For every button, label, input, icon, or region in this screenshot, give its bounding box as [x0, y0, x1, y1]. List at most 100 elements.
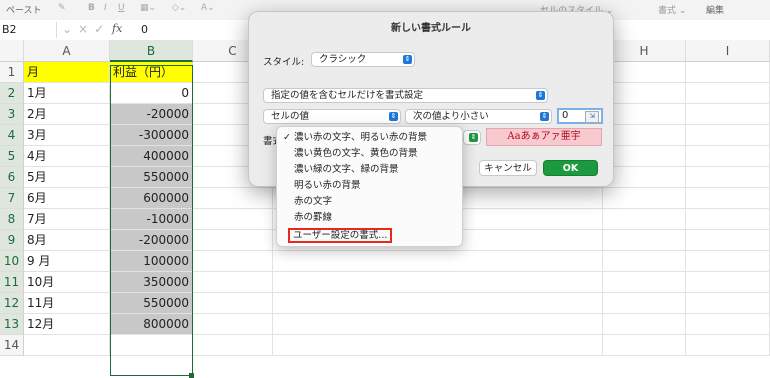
- empty-cell[interactable]: [193, 272, 273, 293]
- empty-cell[interactable]: [193, 251, 273, 272]
- format-popup[interactable]: ⇕: [463, 130, 481, 145]
- empty-cell[interactable]: [273, 335, 603, 356]
- empty-cell[interactable]: [686, 314, 770, 335]
- empty-cell[interactable]: [603, 104, 686, 125]
- empty-cell[interactable]: [273, 251, 603, 272]
- format-painter-icon[interactable]: ✎: [58, 3, 66, 13]
- paste-label[interactable]: ペースト: [6, 3, 42, 16]
- cancel-confirm-icons[interactable]: ⌄×✓: [62, 22, 110, 36]
- fill-handle[interactable]: [189, 373, 194, 378]
- empty-cell[interactable]: [193, 188, 273, 209]
- menu-item-red-border[interactable]: 赤の罫線: [277, 210, 462, 225]
- cell-a[interactable]: 9 月: [24, 251, 110, 272]
- empty-cell[interactable]: [603, 209, 686, 230]
- cell-a[interactable]: 7月: [24, 209, 110, 230]
- empty-cell[interactable]: [193, 209, 273, 230]
- borders-icon[interactable]: ▦⌄: [140, 3, 156, 13]
- empty-cell[interactable]: [603, 230, 686, 251]
- row-header[interactable]: 12: [0, 293, 24, 314]
- cell-b[interactable]: 800000: [110, 314, 193, 335]
- empty-cell[interactable]: [686, 62, 770, 83]
- row-header[interactable]: 3: [0, 104, 24, 125]
- cell-a[interactable]: 6月: [24, 188, 110, 209]
- cell-b[interactable]: -10000: [110, 209, 193, 230]
- row-header[interactable]: 2: [0, 83, 24, 104]
- menu-item-dark-yellow-yellow[interactable]: 濃い黄色の文字、黄色の背景: [277, 146, 462, 161]
- column-header-i[interactable]: I: [686, 40, 770, 62]
- operator-popup[interactable]: 次の値より小さい ⇕: [405, 109, 552, 124]
- cell-a[interactable]: 12月: [24, 314, 110, 335]
- row-header[interactable]: 9: [0, 230, 24, 251]
- cell-b[interactable]: -20000: [110, 104, 193, 125]
- cell-a[interactable]: 5月: [24, 167, 110, 188]
- empty-cell[interactable]: [603, 146, 686, 167]
- row-header[interactable]: 11: [0, 272, 24, 293]
- empty-cell[interactable]: [686, 230, 770, 251]
- condition-field-popup[interactable]: セルの値 ⇕: [263, 109, 401, 124]
- cell-b[interactable]: 400000: [110, 146, 193, 167]
- cell-b[interactable]: -300000: [110, 125, 193, 146]
- cell-b[interactable]: 350000: [110, 272, 193, 293]
- empty-cell[interactable]: [603, 272, 686, 293]
- row-header[interactable]: 6: [0, 167, 24, 188]
- rule-type-popup[interactable]: 指定の値を含むセルだけを書式設定 ⇕: [263, 88, 548, 103]
- empty-cell[interactable]: [686, 335, 770, 356]
- empty-cell[interactable]: [686, 125, 770, 146]
- empty-cell[interactable]: [273, 272, 603, 293]
- row-header[interactable]: 13: [0, 314, 24, 335]
- menu-item-light-red-fill[interactable]: 明るい赤の背景: [277, 178, 462, 193]
- font-color-icon[interactable]: A⌄: [201, 3, 215, 13]
- empty-cell[interactable]: [603, 188, 686, 209]
- cell-b[interactable]: -200000: [110, 230, 193, 251]
- empty-cell[interactable]: [193, 335, 273, 356]
- ok-button[interactable]: OK: [543, 160, 598, 176]
- row-header[interactable]: 4: [0, 125, 24, 146]
- empty-cell[interactable]: [686, 104, 770, 125]
- empty-cell[interactable]: [603, 314, 686, 335]
- cell-b[interactable]: 550000: [110, 293, 193, 314]
- cell-a[interactable]: 3月: [24, 125, 110, 146]
- empty-cell[interactable]: [686, 188, 770, 209]
- cell-b[interactable]: [110, 335, 193, 356]
- empty-cell[interactable]: [603, 62, 686, 83]
- cell-b[interactable]: 0: [110, 83, 193, 104]
- menu-item-red-text[interactable]: 赤の文字: [277, 194, 462, 209]
- cell-a[interactable]: 1月: [24, 83, 110, 104]
- cell-a[interactable]: 10月: [24, 272, 110, 293]
- cell-a[interactable]: 11月: [24, 293, 110, 314]
- menu-item-dark-green-green[interactable]: 濃い緑の文字、緑の背景: [277, 162, 462, 177]
- value-input[interactable]: 0 ⇲: [557, 108, 603, 124]
- row-header[interactable]: 7: [0, 188, 24, 209]
- empty-cell[interactable]: [603, 167, 686, 188]
- column-header-b[interactable]: B: [110, 40, 193, 62]
- empty-cell[interactable]: [603, 293, 686, 314]
- empty-cell[interactable]: [686, 209, 770, 230]
- empty-cell[interactable]: [603, 83, 686, 104]
- bold-icon[interactable]: B: [88, 3, 95, 13]
- empty-cell[interactable]: [686, 83, 770, 104]
- range-picker-icon[interactable]: ⇲: [585, 111, 599, 123]
- row-header[interactable]: 5: [0, 146, 24, 167]
- empty-cell[interactable]: [603, 125, 686, 146]
- row-header[interactable]: 14: [0, 335, 24, 356]
- cancel-button[interactable]: キャンセル: [479, 160, 537, 176]
- italic-icon[interactable]: I: [104, 3, 107, 13]
- empty-cell[interactable]: [686, 293, 770, 314]
- underline-icon[interactable]: U: [118, 3, 125, 13]
- cell-a[interactable]: 4月: [24, 146, 110, 167]
- empty-cell[interactable]: [603, 335, 686, 356]
- empty-cell[interactable]: [603, 251, 686, 272]
- style-popup[interactable]: クラシック ⇕: [311, 52, 415, 67]
- corner-select-all[interactable]: [0, 40, 24, 62]
- row-header[interactable]: 10: [0, 251, 24, 272]
- row-header[interactable]: 1: [0, 62, 24, 83]
- empty-cell[interactable]: [686, 272, 770, 293]
- format-button[interactable]: 書式 ⌄: [658, 3, 686, 16]
- empty-cell[interactable]: [273, 314, 603, 335]
- fill-color-icon[interactable]: ◇⌄: [172, 3, 186, 13]
- menu-item-dark-red-light-red[interactable]: ✓ 濃い赤の文字、明るい赤の背景: [277, 130, 462, 145]
- empty-cell[interactable]: [193, 230, 273, 251]
- function-icon[interactable]: fx: [112, 22, 122, 35]
- empty-cell[interactable]: [686, 146, 770, 167]
- column-header-h[interactable]: H: [603, 40, 686, 62]
